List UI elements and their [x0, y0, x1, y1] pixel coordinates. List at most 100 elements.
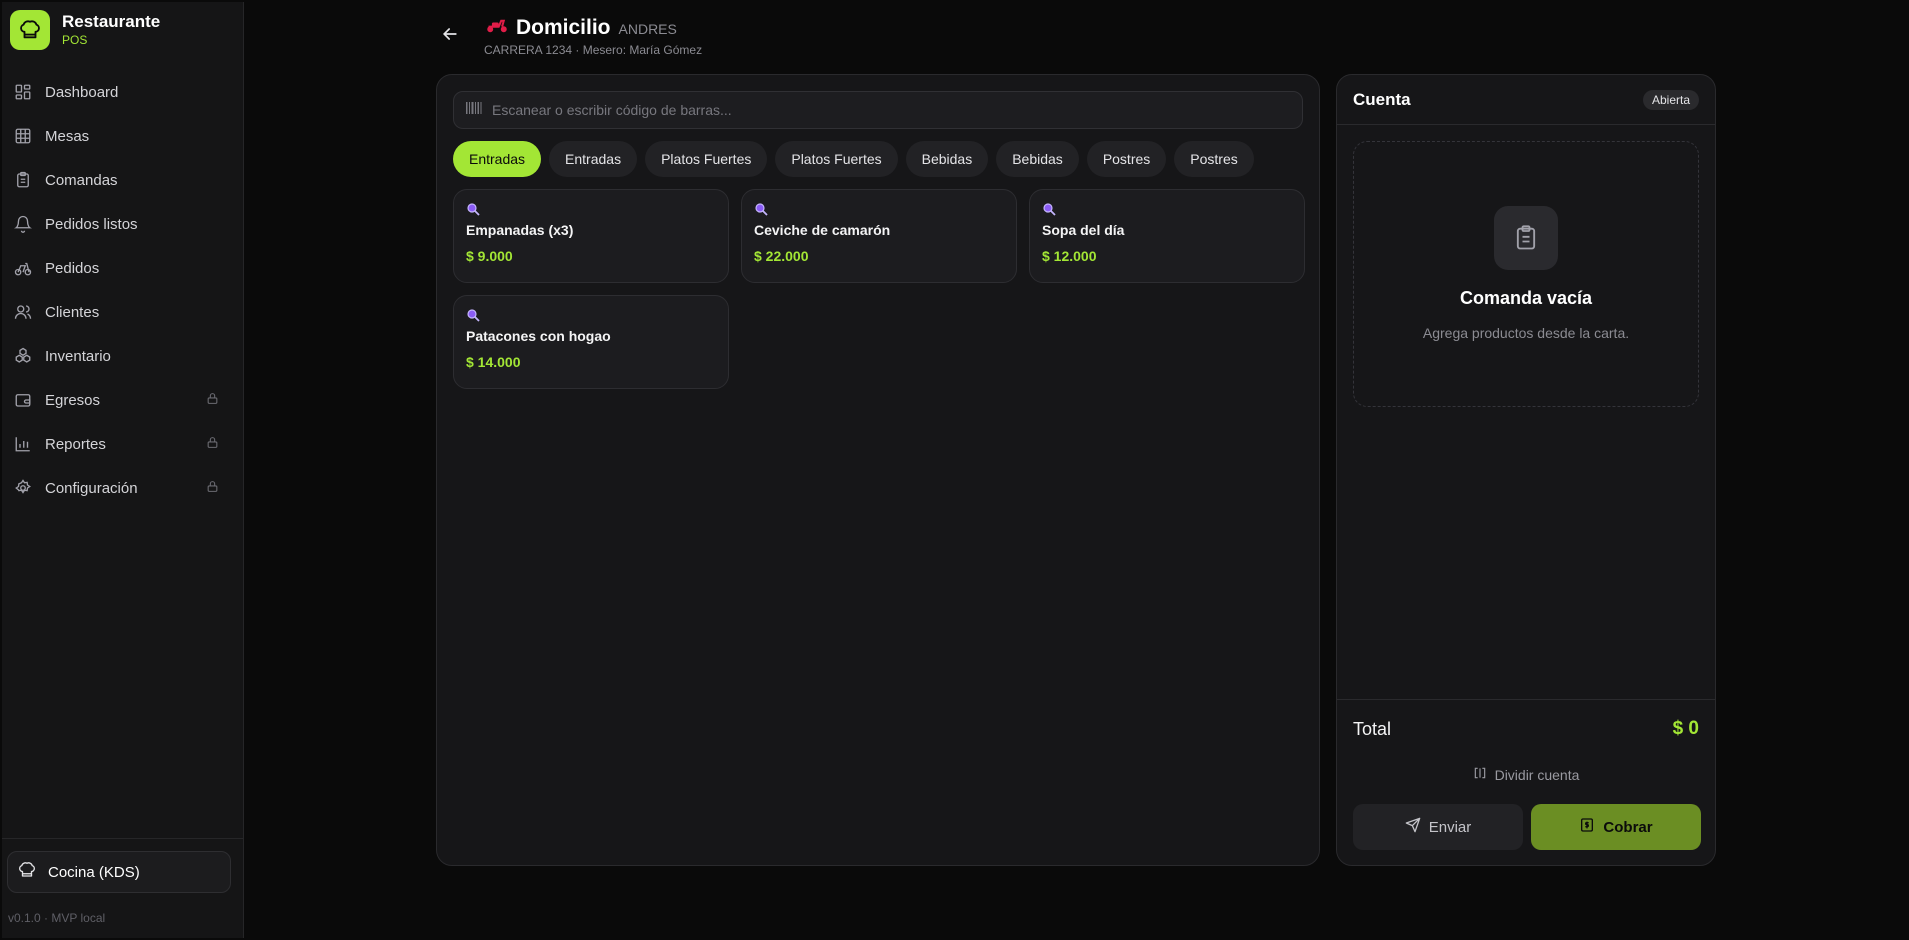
empty-title: Comanda vacía [1459, 288, 1593, 308]
send-button[interactable]: Enviar [1353, 804, 1523, 850]
sidebar-item-reportes[interactable]: Reportes [2, 422, 243, 466]
send-label: Enviar [1428, 818, 1472, 836]
customer-name: ANDRES [618, 21, 677, 37]
kds-label: Cocina (KDS) [48, 863, 140, 881]
total-label: Total [1353, 718, 1392, 739]
sidebar-item-pedidos[interactable]: Pedidos [2, 246, 243, 290]
magnifier-icon [466, 308, 480, 322]
page-subtitle: CARRERA 1234 · Mesero: María Gómez [484, 43, 703, 57]
tab-platos-fuertes[interactable]: Platos Fuertes [775, 141, 898, 177]
tab-postres[interactable]: Postres [1086, 141, 1167, 177]
product-price: $ 14.000 [466, 354, 521, 370]
sidebar-item-label: Egresos [45, 391, 101, 409]
empty-order-state: Comanda vacía Agrega productos desde la … [1353, 141, 1699, 407]
barcode-search [453, 91, 1303, 129]
magnifier-icon [754, 202, 768, 216]
lock-icon [206, 392, 219, 409]
account-title: Cuenta [1353, 89, 1411, 109]
wallet-icon [13, 390, 33, 410]
back-button[interactable] [440, 24, 460, 48]
scooter-icon [486, 16, 508, 39]
brand: Restaurante POS [2, 2, 243, 58]
kitchen-kds-button[interactable]: Cocina (KDS) [7, 851, 231, 893]
sidebar-item-pedidos-listos[interactable]: Pedidos listos [2, 202, 243, 246]
sidebar-item-mesas[interactable]: Mesas [2, 114, 243, 158]
sidebar-item-egresos[interactable]: Egresos [2, 378, 243, 422]
account-header: Cuenta Abierta [1337, 75, 1715, 125]
sidebar-item-label: Reportes [45, 435, 106, 453]
split-icon [1473, 766, 1487, 783]
sidebar-item-configuracion[interactable]: Configuración [2, 466, 243, 510]
tab-entradas[interactable]: Entradas [549, 141, 638, 177]
bell-icon [13, 214, 33, 234]
category-tabs: Entradas Entradas Platos Fuertes Platos … [453, 141, 1254, 177]
sidebar-item-label: Dashboard [45, 83, 119, 101]
sidebar-item-inventario[interactable]: Inventario [2, 334, 243, 378]
tab-bebidas[interactable]: Bebidas [996, 141, 1079, 177]
sidebar-item-label: Clientes [45, 303, 100, 321]
magnifier-icon [1042, 202, 1056, 216]
cash-icon [1579, 817, 1595, 837]
version-label: v0.1.0 · MVP local [8, 911, 106, 925]
boxes-icon [13, 346, 33, 366]
split-bill-button[interactable]: Dividir cuenta [1337, 766, 1715, 783]
product-card[interactable]: Patacones con hogao $ 14.000 [453, 295, 729, 389]
product-card[interactable]: Empanadas (x3) $ 9.000 [453, 189, 729, 283]
dashboard-icon [13, 82, 33, 102]
chef-hat-logo-icon [10, 10, 50, 50]
product-name: Patacones con hogao [466, 328, 611, 344]
send-icon [1405, 817, 1421, 837]
sidebar-item-label: Comandas [45, 171, 118, 189]
page-title-row: Domicilio ANDRES [486, 16, 677, 40]
sidebar-item-comandas[interactable]: Comandas [2, 158, 243, 202]
product-price: $ 9.000 [466, 248, 513, 264]
barcode-icon [466, 101, 482, 120]
product-price: $ 12.000 [1042, 248, 1097, 264]
product-grid: Empanadas (x3) $ 9.000 Ceviche de camaró… [453, 189, 1305, 389]
lock-icon [206, 480, 219, 497]
sidebar: Restaurante POS Dashboard Mesas Comandas… [2, 2, 244, 938]
catalog-panel: Entradas Entradas Platos Fuertes Platos … [436, 74, 1320, 866]
tab-entradas[interactable]: Entradas [453, 141, 542, 177]
sidebar-nav: Dashboard Mesas Comandas Pedidos listos … [2, 70, 243, 510]
split-label: Dividir cuenta [1494, 766, 1580, 783]
clipboard-icon [13, 170, 33, 190]
pay-button[interactable]: Cobrar [1531, 804, 1701, 850]
sidebar-item-label: Inventario [45, 347, 111, 365]
barcode-search-input[interactable] [492, 102, 1272, 118]
gear-icon [13, 478, 33, 498]
sidebar-footer: Cocina (KDS) v0.1.0 · MVP local [2, 838, 243, 938]
brand-name: Restaurante [62, 12, 161, 31]
bar-chart-icon [13, 434, 33, 454]
product-card[interactable]: Sopa del día $ 12.000 [1029, 189, 1305, 283]
clipboard-icon [1494, 206, 1558, 270]
empty-subtitle: Agrega productos desde la carta. [1422, 325, 1630, 341]
users-icon [13, 302, 33, 322]
sidebar-item-dashboard[interactable]: Dashboard [2, 70, 243, 114]
pay-label: Cobrar [1603, 818, 1653, 836]
page-title: Domicilio [516, 16, 611, 39]
product-card[interactable]: Ceviche de camarón $ 22.000 [741, 189, 1017, 283]
tab-postres[interactable]: Postres [1174, 141, 1254, 177]
sidebar-item-clientes[interactable]: Clientes [2, 290, 243, 334]
tab-platos-fuertes[interactable]: Platos Fuertes [645, 141, 768, 177]
sidebar-item-label: Configuración [45, 479, 138, 497]
tab-bebidas[interactable]: Bebidas [905, 141, 989, 177]
bike-icon [13, 258, 33, 278]
total-value: $ 0 [1672, 718, 1699, 739]
magnifier-icon [466, 202, 480, 216]
product-name: Ceviche de camarón [754, 222, 891, 238]
total-row: Total $ 0 [1353, 718, 1699, 740]
chef-hat-icon [18, 861, 36, 883]
sidebar-item-label: Pedidos listos [45, 215, 138, 233]
sidebar-item-label: Mesas [45, 127, 90, 145]
table-grid-icon [13, 126, 33, 146]
account-panel: Cuenta Abierta Comanda vacía Agrega prod… [1336, 74, 1716, 866]
lock-icon [206, 436, 219, 453]
status-badge: Abierta [1642, 89, 1699, 110]
account-footer: Total $ 0 Dividir cuenta Enviar Cobrar [1337, 699, 1715, 865]
product-price: $ 22.000 [754, 248, 809, 264]
product-name: Empanadas (x3) [466, 222, 574, 238]
brand-subtitle: POS [62, 33, 88, 47]
product-name: Sopa del día [1042, 222, 1125, 238]
